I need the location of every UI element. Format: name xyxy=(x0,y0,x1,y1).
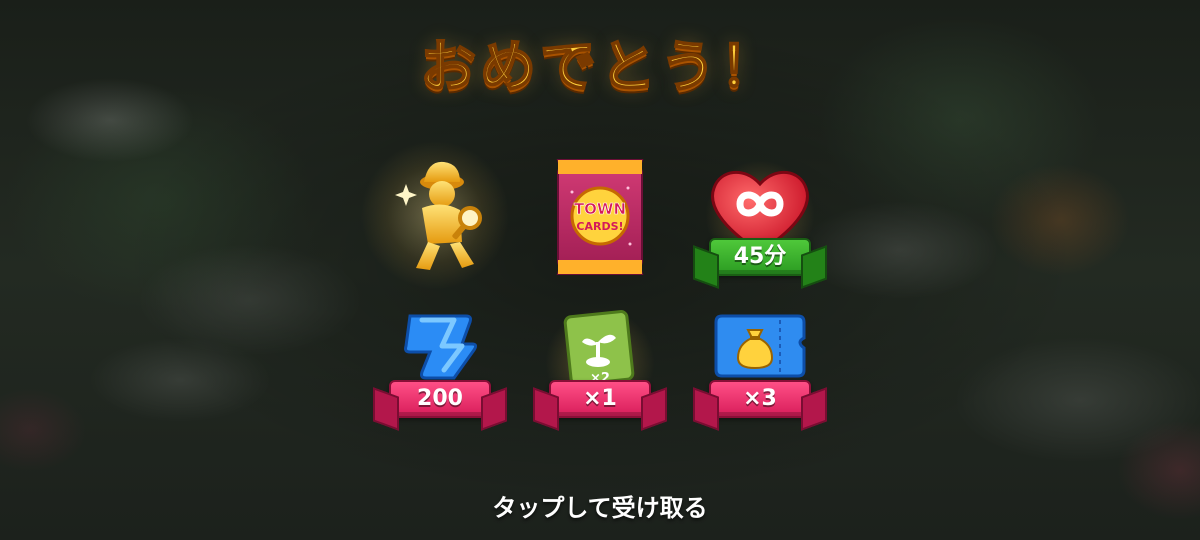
congratulations-title: おめでとう！ xyxy=(419,34,780,101)
energy-amount-label: 200 xyxy=(417,386,463,411)
pack-text-cards: CARDS! xyxy=(576,220,623,233)
ticket-count-badge: ×3 xyxy=(693,380,827,431)
seed-card-count-badge: ×1 xyxy=(533,380,667,431)
lives-duration-badge: 45分 xyxy=(693,238,827,289)
coin-bag-ticket-icon xyxy=(714,314,806,378)
reward-seed-card[interactable]: ×2 ×1 xyxy=(533,308,667,431)
reward-unlimited-lives[interactable]: 45分 xyxy=(693,160,827,289)
reward-golden-detective[interactable] xyxy=(360,140,510,290)
golden-detective-icon xyxy=(395,161,482,270)
tap-to-claim-text[interactable]: タップして受け取る xyxy=(0,488,1200,523)
seed-card-icon: ×2 xyxy=(563,310,635,386)
pack-text-town: TOWN xyxy=(574,200,626,218)
reward-energy[interactable]: 200 xyxy=(373,308,507,431)
lives-duration-label: 45分 xyxy=(733,244,787,269)
lightning-bolt-icon xyxy=(404,314,478,380)
seed-card-count-label: ×1 xyxy=(583,386,617,411)
town-cards-pack-icon: TOWN CARDS! xyxy=(556,159,644,275)
ticket-count-label: ×3 xyxy=(743,386,777,411)
energy-amount-badge: 200 xyxy=(373,380,507,431)
reward-coin-bag-ticket[interactable]: ×3 xyxy=(693,308,827,431)
reward-town-cards[interactable]: TOWN CARDS! xyxy=(550,152,650,282)
